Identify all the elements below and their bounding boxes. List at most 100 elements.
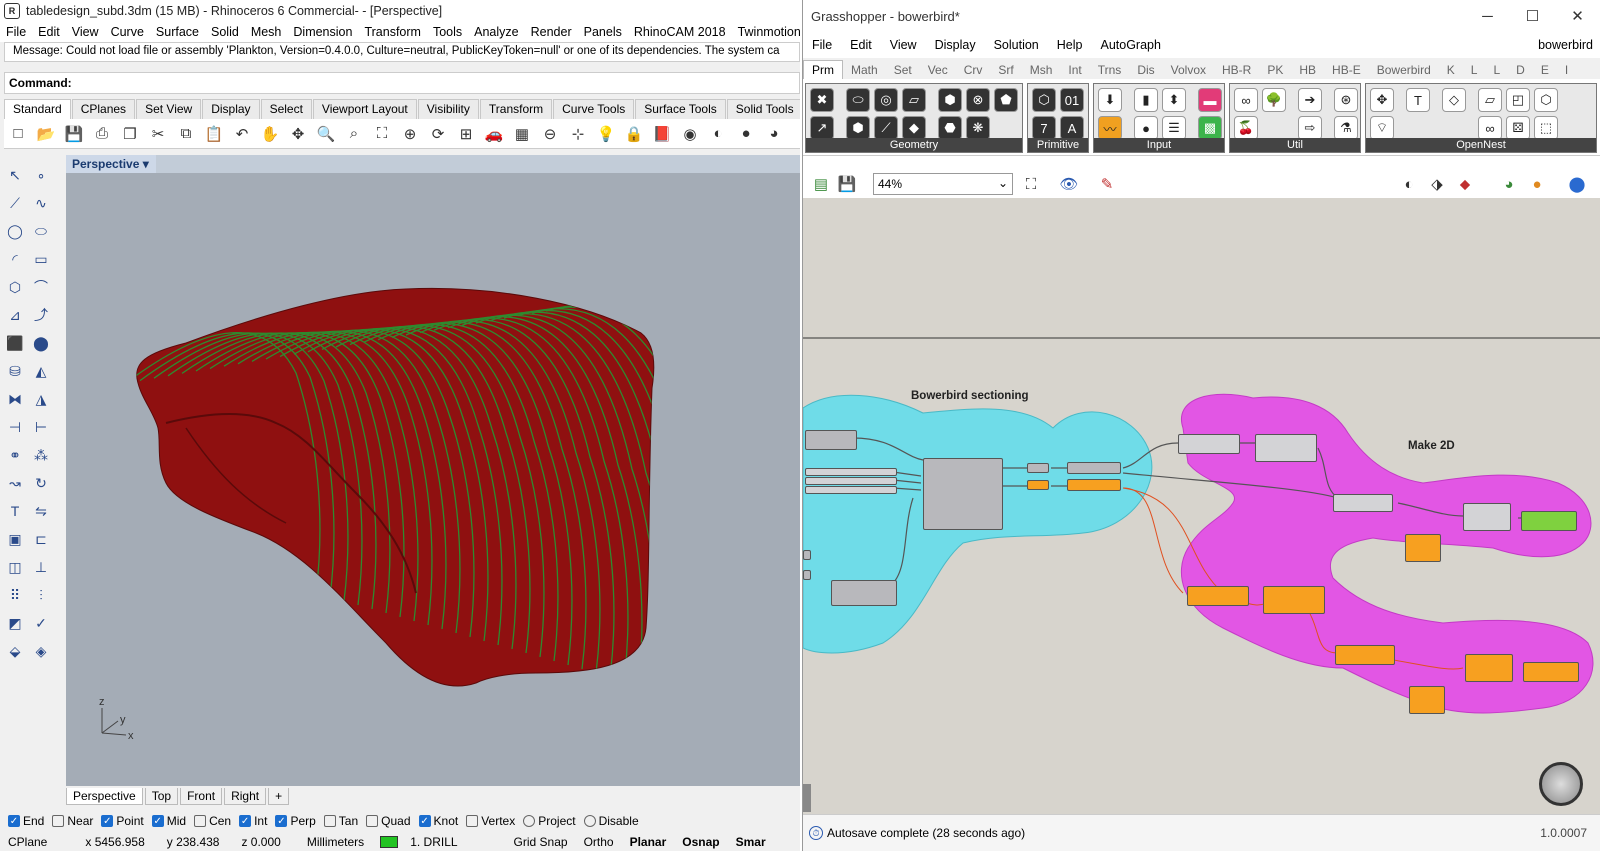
group-icon[interactable]: ▣	[4, 528, 26, 550]
gh-menu-file[interactable]: File	[803, 38, 841, 52]
tab-cplanes[interactable]: CPlanes	[71, 99, 136, 119]
gh-tab-dis[interactable]: Dis	[1129, 61, 1162, 79]
param-text-icon[interactable]: A	[1060, 116, 1084, 140]
gh-component-warning[interactable]	[1335, 645, 1395, 665]
sphere-preview-icon[interactable]: ⬤	[1566, 173, 1588, 195]
snap-perp[interactable]: ✓ Perp	[275, 814, 316, 828]
tab-surface-tools[interactable]: Surface Tools	[635, 99, 726, 119]
nest-dice-icon[interactable]: ⚄	[1506, 116, 1530, 140]
gh-component-warning[interactable]	[1263, 586, 1325, 614]
select-icon[interactable]: ↖	[4, 164, 26, 186]
status-osnap[interactable]: Osnap	[674, 835, 727, 849]
snap-near-checkbox[interactable]	[52, 815, 65, 827]
gh-tab-l2[interactable]: L	[1485, 61, 1508, 79]
grid-icon[interactable]: ▦	[511, 123, 533, 145]
trim-icon[interactable]: ⊣	[4, 416, 26, 438]
point-icon[interactable]: ∘	[30, 164, 52, 186]
nest-cube-icon[interactable]: ⬡	[1534, 88, 1558, 112]
gh-menu-solution[interactable]: Solution	[985, 38, 1048, 52]
param-mesh-icon[interactable]: ⊗	[966, 88, 990, 112]
gh-canvas[interactable]: Bowerbird sectioning Make 2D	[803, 198, 1600, 814]
render-icon[interactable]: ⬙	[4, 640, 26, 662]
status-grid-snap[interactable]: Grid Snap	[474, 835, 576, 849]
polygon-icon[interactable]: ⬡	[4, 276, 26, 298]
gh-component-warning[interactable]	[1409, 686, 1445, 714]
menu-file[interactable]: File	[0, 25, 32, 39]
gh-tab-pk[interactable]: PK	[1259, 61, 1291, 79]
snap-knot[interactable]: ✓ Knot	[418, 814, 458, 828]
preview-eye-icon[interactable]: 👁	[1058, 173, 1080, 195]
command-prompt[interactable]: Command:	[4, 72, 800, 94]
gh-tab-trns[interactable]: Trns	[1090, 61, 1130, 79]
util-cherry-icon[interactable]: 🍒	[1234, 116, 1258, 140]
menu-tools[interactable]: Tools	[427, 25, 468, 39]
shaded-icon[interactable]: ◐	[707, 123, 729, 145]
save-document-icon[interactable]: 💾	[836, 173, 858, 195]
undo-icon[interactable]: ↶	[231, 123, 253, 145]
bowerbird-section-component[interactable]	[923, 458, 1003, 530]
gh-component[interactable]	[1255, 434, 1317, 462]
gh-param-warning[interactable]	[1027, 480, 1049, 490]
gh-menu-edit[interactable]: Edit	[841, 38, 881, 52]
tab-set-view[interactable]: Set View	[136, 99, 202, 119]
snap-disable-radio[interactable]	[583, 815, 596, 827]
nest-circles-icon[interactable]: ∞	[1478, 116, 1502, 140]
selected-preview-icon[interactable]: ◕	[1498, 173, 1520, 195]
document-preview-icon[interactable]: ●	[1526, 173, 1548, 195]
menu-surface[interactable]: Surface	[150, 25, 205, 39]
gh-component-warning[interactable]	[1187, 586, 1249, 606]
gh-tab-l1[interactable]: L	[1463, 61, 1486, 79]
explode-icon[interactable]: ⁂	[30, 444, 52, 466]
save-icon[interactable]: 💾	[63, 123, 85, 145]
shaded-preview-icon[interactable]: ⬥	[1454, 173, 1476, 195]
lock-icon[interactable]: 🔒	[623, 123, 645, 145]
gh-tab-k[interactable]: K	[1439, 61, 1463, 79]
rotate-icon-left[interactable]: ↻	[30, 472, 52, 494]
nest-wifi-icon[interactable]: ⌔	[1370, 116, 1394, 140]
mirror-icon[interactable]: ⇋	[30, 500, 52, 522]
gh-tab-set[interactable]: Set	[886, 61, 920, 79]
status-ortho[interactable]: Ortho	[576, 835, 622, 849]
gh-navigation-widget-icon[interactable]	[1539, 762, 1583, 806]
polyline-icon[interactable]: ⟋	[4, 192, 26, 214]
param-plane-icon[interactable]: ◆	[902, 116, 926, 140]
snap-near[interactable]: Near	[52, 814, 93, 828]
zoom-extents-gh-icon[interactable]: ⛶	[1020, 173, 1042, 195]
print-icon[interactable]: ⎙	[91, 123, 113, 145]
gh-tab-prm[interactable]: Prm	[803, 60, 843, 79]
gh-param[interactable]	[803, 570, 811, 580]
material-icon[interactable]: ◕	[763, 123, 785, 145]
array-icon[interactable]: ⠿	[4, 584, 26, 606]
snap-cen[interactable]: Cen	[194, 814, 231, 828]
gh-tab-bowerbird[interactable]: Bowerbird	[1369, 61, 1439, 79]
menu-render[interactable]: Render	[525, 25, 578, 39]
menu-transform[interactable]: Transform	[358, 25, 427, 39]
input-toggle-icon[interactable]: ▮	[1134, 88, 1158, 112]
nest-solver-icon[interactable]: ✥	[1370, 88, 1394, 112]
gh-menu-view[interactable]: View	[881, 38, 926, 52]
gh-tab-i[interactable]: I	[1557, 61, 1576, 79]
zoom-selected-icon[interactable]: ⊕	[399, 123, 421, 145]
copy-icon[interactable]: ⧉	[175, 123, 197, 145]
circle-icon[interactable]: ◯	[4, 220, 26, 242]
gh-menu-help[interactable]: Help	[1048, 38, 1092, 52]
select-filter-icon[interactable]: ⊹	[567, 123, 589, 145]
offset-icon[interactable]: ⊿	[4, 304, 26, 326]
color-wheel-icon[interactable]: ◉	[679, 123, 701, 145]
ellipse-icon[interactable]: ⬭	[30, 220, 52, 242]
snap-point-checkbox[interactable]: ✓	[101, 815, 114, 827]
minimize-icon[interactable]: ─	[1465, 0, 1510, 32]
util-relay-icon[interactable]: ⇨	[1298, 116, 1322, 140]
snap-perp-checkbox[interactable]: ✓	[275, 815, 288, 827]
check-icon[interactable]: ✓	[30, 612, 52, 634]
open-document-icon[interactable]: ▤	[810, 173, 832, 195]
param-curve-icon[interactable]: ◎	[874, 88, 898, 112]
gh-tab-e[interactable]: E	[1533, 61, 1557, 79]
gh-component[interactable]	[1463, 503, 1511, 531]
material-left-icon[interactable]: ◈	[30, 640, 52, 662]
menu-twinmotion[interactable]: Twinmotion 20	[732, 25, 800, 39]
snap-cen-checkbox[interactable]	[194, 815, 207, 827]
input-download-icon[interactable]: ⬇	[1098, 88, 1122, 112]
gh-component[interactable]	[805, 430, 857, 450]
param-circle-icon[interactable]: ⬭	[846, 88, 870, 112]
